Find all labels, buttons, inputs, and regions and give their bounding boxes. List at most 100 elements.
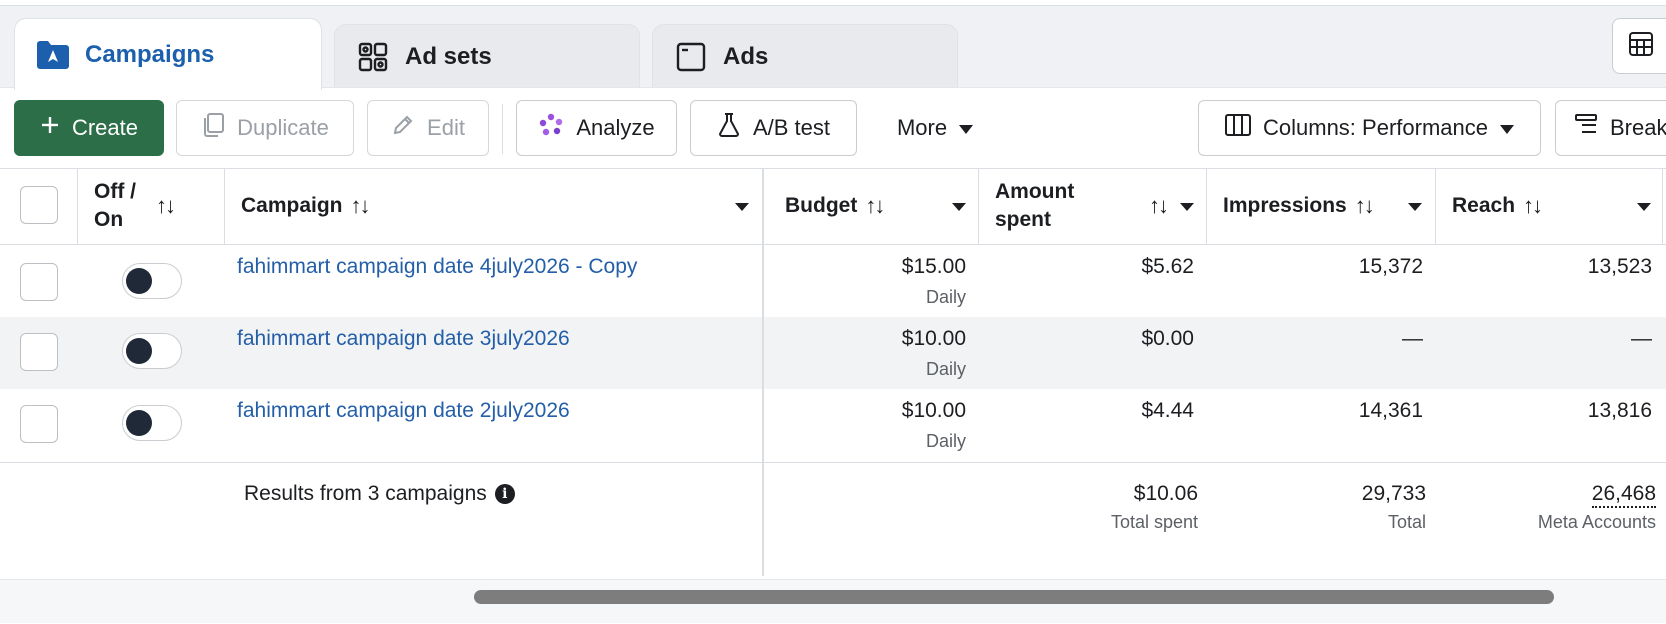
toggle-knob — [126, 410, 152, 436]
pencil-icon — [391, 113, 415, 143]
header-impressions[interactable]: Impressions ↑↓ — [1223, 168, 1423, 244]
impressions-value: — — [1402, 327, 1423, 350]
frozen-column-divider — [762, 168, 764, 576]
tab-ad-sets[interactable]: Ad sets — [334, 24, 640, 88]
row-checkbox[interactable] — [20, 405, 58, 443]
impressions-value: 14,361 — [1358, 399, 1423, 422]
breakdown-dropdown[interactable]: Break — [1555, 100, 1666, 156]
campaign-toggle[interactable] — [122, 333, 182, 369]
sort-icon: ↑↓ — [1149, 193, 1169, 218]
flask-icon — [717, 112, 741, 144]
select-all-checkbox[interactable] — [20, 186, 58, 224]
tab-ad-sets-label: Ad sets — [405, 42, 492, 70]
header-budget-label: Budget — [785, 194, 858, 217]
budget-type: Daily — [925, 431, 966, 451]
toggle-knob — [126, 338, 152, 364]
header-off-on-line1: Off / — [94, 180, 136, 203]
amount-spent-value: $0.00 — [1141, 327, 1194, 350]
sort-icon: ↑↓ — [1523, 193, 1543, 218]
amount-spent-value: $5.62 — [1141, 255, 1194, 278]
toggle-knob — [126, 268, 152, 294]
row-checkbox[interactable] — [20, 333, 58, 371]
edit-label: Edit — [427, 115, 465, 140]
campaigns-table: Off / On ↑↓ Campaign ↑↓ Budget ↑↓ Amount… — [0, 168, 1666, 576]
caret-down-icon — [952, 203, 966, 211]
row-checkbox[interactable] — [20, 263, 58, 301]
more-dropdown[interactable]: More — [870, 100, 1000, 156]
column-divider — [224, 168, 225, 244]
duplicate-label: Duplicate — [237, 115, 329, 140]
caret-down-icon — [1408, 203, 1422, 211]
sort-icon: ↑↓ — [350, 193, 371, 218]
caret-down-icon — [1180, 203, 1194, 211]
plus-icon — [40, 115, 60, 141]
campaign-toggle[interactable] — [122, 405, 182, 441]
impressions-value: 15,372 — [1358, 255, 1423, 278]
header-amount-line1: Amount — [995, 180, 1075, 203]
reach-value: 13,523 — [1587, 255, 1652, 278]
sort-icon: ↑↓ — [865, 193, 885, 218]
duplicate-icon — [201, 112, 225, 144]
edit-button[interactable]: Edit — [367, 100, 489, 156]
campaign-name-link[interactable]: fahimmart campaign date 2july2026 — [237, 399, 570, 423]
summary-reach-sub: Meta Accounts — [1537, 512, 1656, 532]
header-off-on-line2: On — [94, 208, 124, 231]
sparkle-icon — [538, 112, 564, 144]
duplicate-button[interactable]: Duplicate — [176, 100, 354, 156]
tab-ads-label: Ads — [723, 42, 769, 70]
table-row[interactable]: fahimmart campaign date 4july2026 - Copy… — [0, 245, 1666, 317]
reach-value: — — [1631, 327, 1652, 350]
breakdown-icon — [1574, 113, 1598, 143]
caret-down-icon — [959, 115, 974, 141]
top-strip — [0, 0, 1666, 6]
toolbar-divider — [502, 104, 503, 154]
summary-impressions-sub: Total — [1387, 512, 1426, 532]
sort-icon: ↑↓ — [156, 193, 176, 218]
header-campaign-label: Campaign — [241, 194, 343, 217]
header-amount-spent[interactable]: Amount spent ↑↓ — [995, 168, 1195, 244]
summary-reach[interactable]: 26,468 — [1591, 482, 1656, 508]
ab-test-label: A/B test — [752, 115, 831, 140]
budget-value: $10.00 — [901, 399, 966, 422]
create-button[interactable]: Create — [14, 100, 164, 156]
table-row[interactable]: fahimmart campaign date 2july2026 $10.00… — [0, 389, 1666, 461]
scrollbar-thumb[interactable] — [474, 590, 1554, 604]
tab-campaigns-label: Campaigns — [85, 40, 215, 68]
summary-amount-spent: $10.06 — [1133, 482, 1198, 505]
info-icon[interactable]: i — [494, 484, 515, 504]
column-divider — [978, 168, 979, 244]
summary-impressions: 29,733 — [1361, 482, 1426, 505]
header-impressions-label: Impressions — [1223, 194, 1347, 217]
header-budget[interactable]: Budget ↑↓ — [785, 168, 973, 244]
more-label: More — [896, 115, 948, 140]
sort-icon: ↑↓ — [1354, 193, 1375, 218]
campaign-name-link[interactable]: fahimmart campaign date 4july2026 - Copy — [237, 255, 637, 279]
tab-ads[interactable]: Ads — [652, 24, 958, 88]
campaign-toggle[interactable] — [122, 263, 182, 299]
results-summary: Results from 3 campaigns i — [244, 482, 515, 506]
header-reach-label: Reach — [1452, 194, 1516, 217]
header-off-on[interactable]: Off / On ↑↓ — [94, 168, 224, 244]
table-view-button[interactable] — [1612, 18, 1666, 74]
column-divider — [1662, 168, 1663, 244]
budget-type: Daily — [925, 287, 966, 307]
analyze-button[interactable]: Analyze — [516, 100, 677, 156]
column-divider — [77, 168, 78, 244]
caret-down-icon — [1499, 115, 1514, 141]
grid-icon — [355, 39, 391, 75]
header-campaign[interactable]: Campaign ↑↓ — [241, 168, 751, 244]
table-icon — [1628, 31, 1654, 62]
header-reach[interactable]: Reach ↑↓ — [1452, 168, 1652, 244]
columns-icon — [1225, 114, 1251, 142]
caret-down-icon — [1637, 203, 1651, 211]
table-row[interactable]: fahimmart campaign date 3july2026 $10.00… — [0, 317, 1666, 389]
ab-test-button[interactable]: A/B test — [690, 100, 857, 156]
summary-top-border — [0, 462, 1666, 463]
campaigns-panel: Create Duplicate Edit Analyze A/B test M… — [0, 87, 1666, 624]
campaign-name-link[interactable]: fahimmart campaign date 3july2026 — [237, 327, 570, 351]
columns-dropdown[interactable]: Columns: Performance — [1198, 100, 1541, 156]
tab-campaigns[interactable]: Campaigns — [14, 18, 322, 90]
header-amount-line2: spent — [995, 208, 1052, 231]
horizontal-scrollbar[interactable] — [0, 579, 1666, 623]
ad-window-icon — [673, 39, 709, 75]
